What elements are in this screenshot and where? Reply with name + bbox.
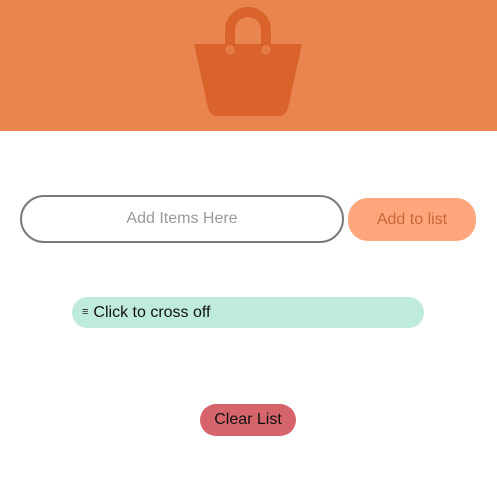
clear-list-button[interactable]: Clear List [200, 404, 296, 436]
shopping-list: ≡ Click to cross off [72, 297, 424, 328]
list-item-label: Click to cross off [93, 303, 211, 321]
list-item[interactable]: ≡ Click to cross off [72, 297, 424, 328]
drag-handle-icon[interactable]: ≡ [82, 307, 88, 318]
add-to-list-button[interactable]: Add to list [348, 198, 476, 241]
add-item-input[interactable] [20, 195, 344, 243]
header-banner [0, 0, 497, 131]
shopping-bag-icon [194, 7, 302, 116]
